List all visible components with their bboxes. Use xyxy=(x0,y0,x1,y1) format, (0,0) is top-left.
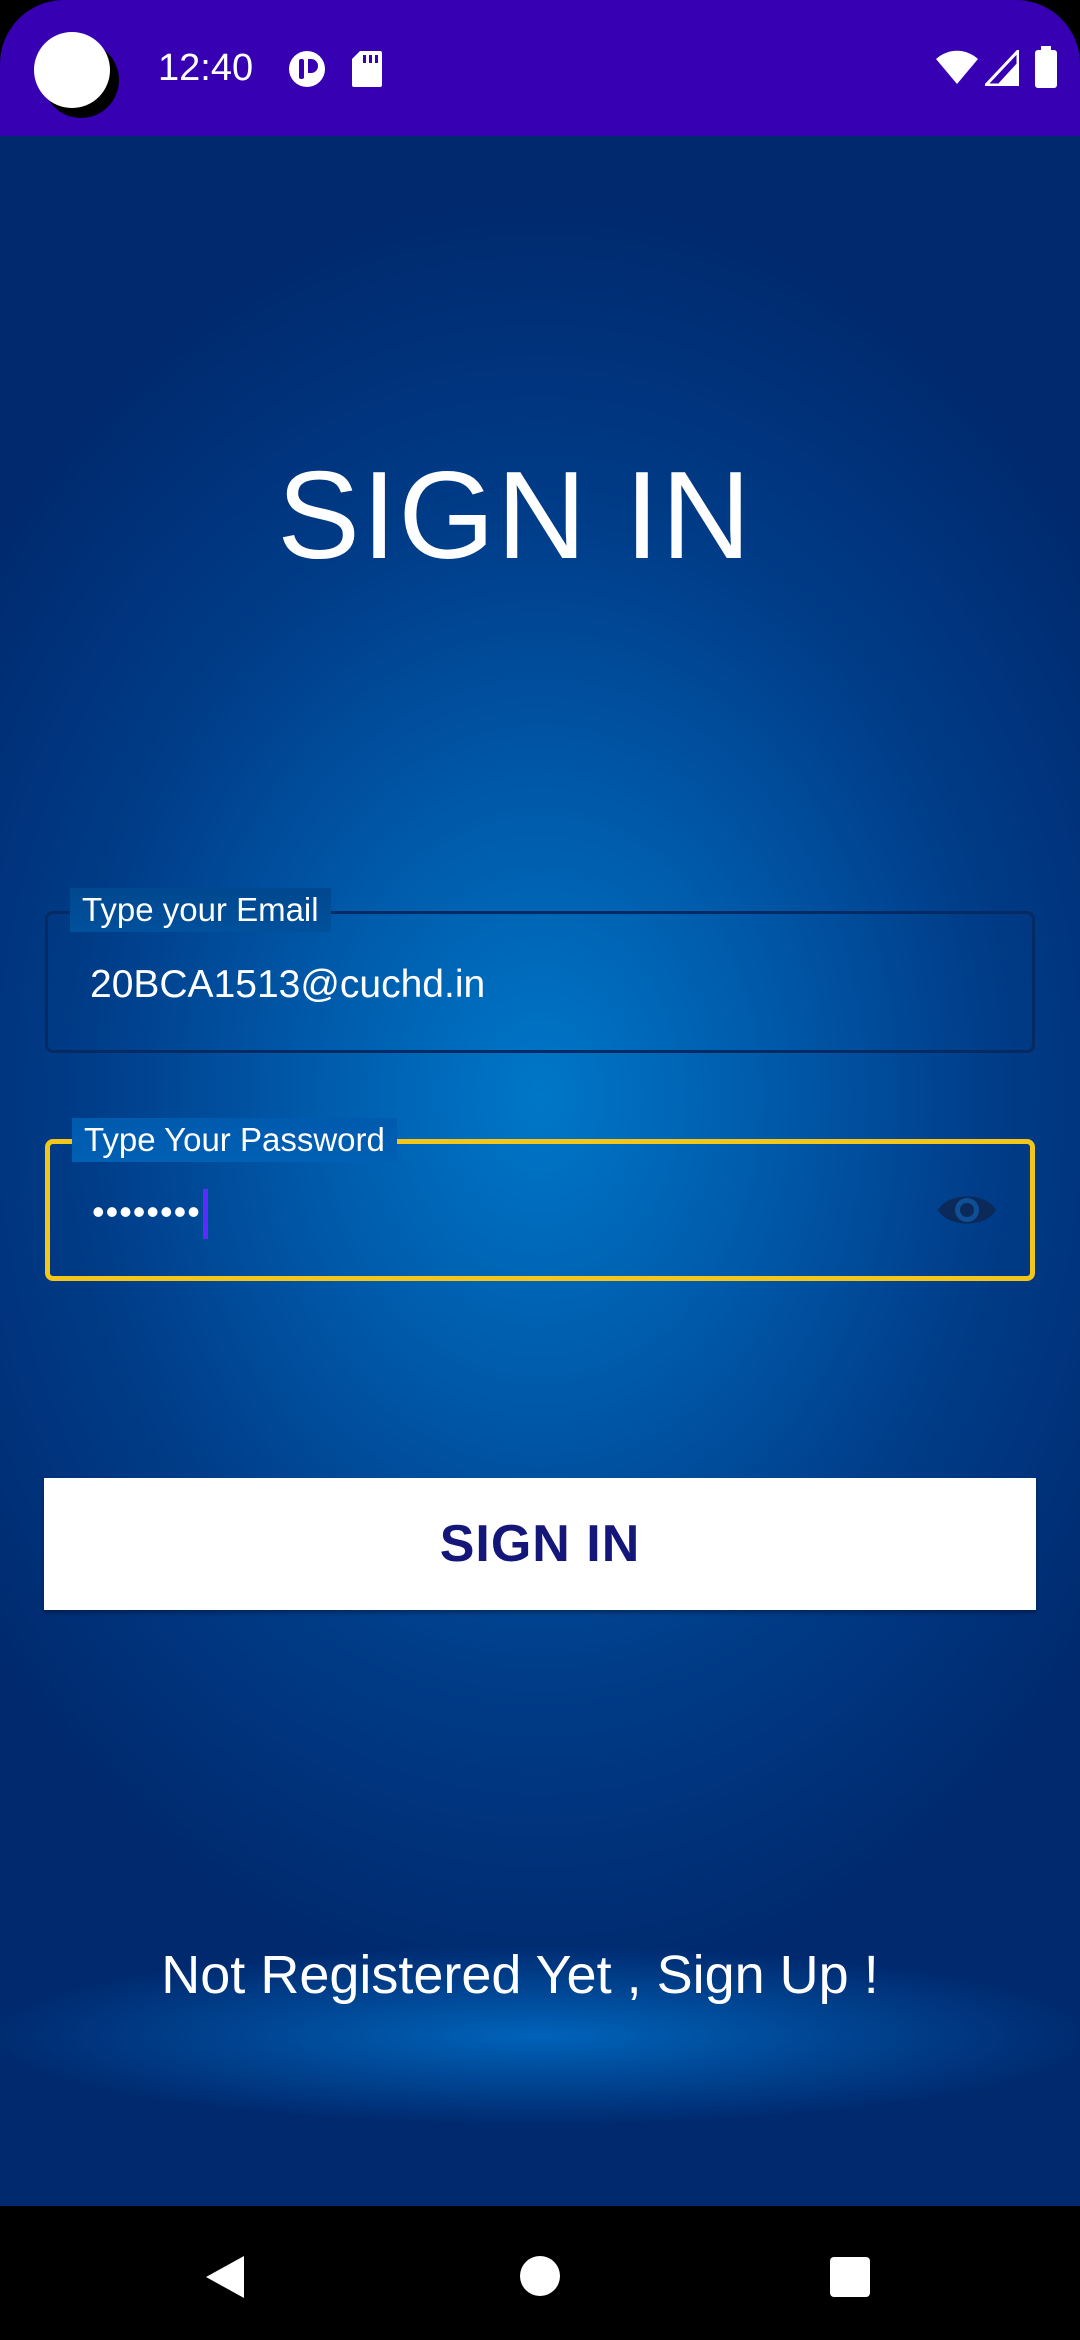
back-icon[interactable] xyxy=(204,2254,246,2300)
email-label: Type your Email xyxy=(70,888,331,932)
page-title: SIGN IN xyxy=(277,447,753,585)
password-masked-value: •••••••• xyxy=(92,1191,201,1232)
home-icon[interactable] xyxy=(520,2256,560,2296)
battery-icon xyxy=(1035,46,1057,88)
signin-content: SIGN IN Type your Email 20BCA1513@cuchd.… xyxy=(0,136,1080,2206)
app-notification-icon xyxy=(289,51,325,87)
status-bar: 12:40 xyxy=(0,0,1080,136)
sd-card-icon xyxy=(352,51,382,87)
cell-signal-icon xyxy=(985,50,1019,86)
signup-link[interactable]: Not Registered Yet , Sign Up ! xyxy=(0,1942,1040,2008)
email-input-value[interactable]: 20BCA1513@cuchd.in xyxy=(90,960,485,1010)
password-label: Type Your Password xyxy=(72,1118,397,1162)
recents-icon[interactable] xyxy=(830,2257,870,2297)
status-time: 12:40 xyxy=(158,47,254,89)
password-field[interactable]: Type Your Password •••••••• xyxy=(45,1118,1035,1281)
eye-icon[interactable] xyxy=(936,1186,998,1234)
navigation-bar xyxy=(0,2206,1080,2340)
password-input[interactable]: •••••••• xyxy=(92,1184,208,1240)
wifi-icon xyxy=(936,50,978,84)
email-field[interactable]: Type your Email 20BCA1513@cuchd.in xyxy=(45,888,1035,1053)
signin-button[interactable]: SIGN IN xyxy=(44,1478,1036,1610)
phone-screen: 12:40 SIGN IN Type your Email 20BCA1513@… xyxy=(0,0,1080,2340)
text-caret xyxy=(202,1189,208,1240)
camera-cutout xyxy=(34,32,110,108)
